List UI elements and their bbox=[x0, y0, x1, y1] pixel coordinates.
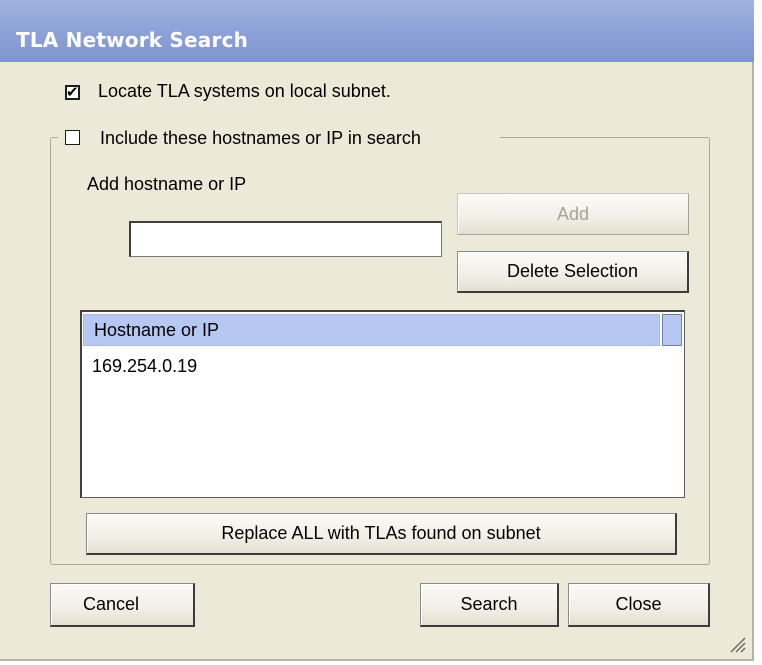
list-column-header[interactable]: Hostname or IP bbox=[83, 314, 660, 346]
local-subnet-checkbox[interactable]: ✔ bbox=[65, 83, 80, 101]
cancel-button[interactable]: Cancel bbox=[50, 583, 195, 627]
resize-grip-icon[interactable] bbox=[726, 633, 746, 653]
hostname-input[interactable] bbox=[129, 221, 442, 257]
local-subnet-label: Locate TLA systems on local subnet. bbox=[98, 81, 391, 101]
tla-network-search-dialog: TLA Network Search ✔ Locate TLA systems … bbox=[0, 0, 754, 661]
add-button[interactable]: Add bbox=[457, 193, 689, 235]
checkmark-icon: ✔ bbox=[66, 83, 79, 101]
window-title: TLA Network Search bbox=[16, 28, 249, 52]
replace-all-button[interactable]: Replace ALL with TLAs found on subnet bbox=[86, 513, 677, 555]
list-header-filler bbox=[662, 314, 682, 346]
delete-selection-button[interactable]: Delete Selection bbox=[457, 251, 689, 293]
include-hosts-label: Include these hostnames or IP in search bbox=[100, 128, 421, 148]
close-button[interactable]: Close bbox=[568, 583, 710, 627]
list-item[interactable]: 169.254.0.19 bbox=[92, 356, 197, 377]
hostname-list[interactable]: Hostname or IP 169.254.0.19 bbox=[80, 310, 685, 498]
title-bar[interactable]: TLA Network Search bbox=[0, 0, 754, 62]
include-hosts-checkbox[interactable] bbox=[65, 130, 80, 145]
column-header-label: Hostname or IP bbox=[94, 320, 220, 340]
search-button[interactable]: Search bbox=[420, 583, 559, 627]
add-hostname-label: Add hostname or IP bbox=[87, 174, 247, 194]
